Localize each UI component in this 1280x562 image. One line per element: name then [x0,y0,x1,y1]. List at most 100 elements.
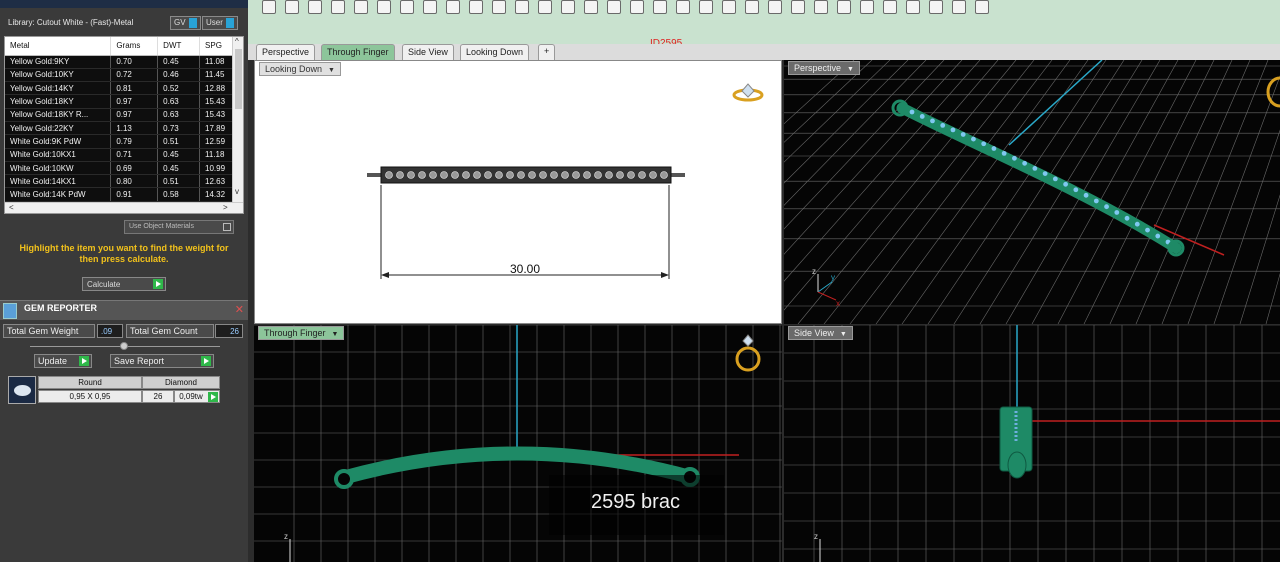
render-icon[interactable] [791,0,805,14]
settings-icon[interactable] [929,0,943,14]
sphere-grey-icon[interactable] [837,0,851,14]
measure-icon[interactable] [653,0,667,14]
viewport-looking-down[interactable]: 30.00 Looking Down ▼ [254,60,782,324]
new-icon[interactable] [262,0,276,14]
table-row[interactable]: White Gold:14KX1 0.80 0.51 12.63 [5,174,233,189]
looking-down-label[interactable]: Looking Down ▼ [259,62,341,76]
metal-table-hscroll[interactable]: < > [5,202,243,213]
side-view-label[interactable]: Side View ▼ [788,326,853,340]
header-dwt[interactable]: DWT [157,37,201,56]
move-icon[interactable] [492,0,506,14]
slider-knob[interactable] [120,342,128,350]
tab-looking-down[interactable]: Looking Down [460,44,530,60]
undo-icon[interactable] [446,0,460,14]
hint-text: Highlight the item you want to find the … [19,243,229,264]
user-label: User [206,18,223,28]
table-row[interactable]: Yellow Gold:14KY 0.81 0.52 12.88 [5,81,233,96]
dropdown-icon[interactable]: ▼ [847,66,854,73]
cut-icon[interactable] [377,0,391,14]
table-row[interactable]: Yellow Gold:10KY 0.72 0.46 11.45 [5,68,233,83]
table-row[interactable]: White Gold:14K PdW 0.91 0.58 14.32 [5,187,233,202]
tab-perspective[interactable]: Perspective [256,44,316,60]
header-spg[interactable]: SPG [199,37,233,56]
calculate-button[interactable]: Calculate [82,277,166,291]
scroll-up-icon[interactable]: ^ [235,37,239,46]
grid-icon[interactable] [630,0,644,14]
ring-gizmo-through-finger-icon[interactable] [735,334,761,372]
through-finger-label[interactable]: Through Finger ▼ [258,326,345,340]
ring-gizmo-icon[interactable] [732,83,764,102]
viewport-through-finger[interactable]: 2595 brac z Through Finger ▼ [254,325,782,562]
user-toggle[interactable]: User [202,16,238,30]
checkbox-square-icon[interactable] [223,223,231,231]
sphere-blue-icon[interactable] [883,0,897,14]
dropdown-icon[interactable]: ▼ [840,331,847,338]
tab-through-finger[interactable]: Through Finger [321,44,395,60]
metal-table-vscroll[interactable]: ^ v [232,37,243,205]
dropdown-icon[interactable]: ▼ [332,331,339,338]
export-icon[interactable] [354,0,368,14]
header-grams[interactable]: Grams [110,37,159,56]
vscroll-thumb[interactable] [235,49,242,109]
stone-dot [473,171,481,179]
gem-slider[interactable] [30,342,220,350]
wand-icon[interactable] [906,0,920,14]
stone-dot [638,171,646,179]
clock-icon[interactable] [699,0,713,14]
print-icon[interactable] [331,0,345,14]
open-icon[interactable] [285,0,299,14]
help-icon[interactable] [975,0,989,14]
stone-dot [940,122,946,128]
rotate-icon[interactable] [607,0,621,14]
color-wheel-icon[interactable] [814,0,828,14]
header-metal[interactable]: Metal [5,37,112,56]
scroll-right-icon[interactable]: > [223,203,228,212]
zoom-in-icon[interactable] [515,0,529,14]
gv-toggle[interactable]: GV [170,16,201,30]
table-row[interactable]: Yellow Gold:22KY 1.13 0.73 17.89 [5,121,233,136]
stone-dot [1052,176,1058,182]
go-arrow-icon[interactable] [153,279,163,289]
bulb-icon[interactable] [745,0,759,14]
table-row[interactable]: White Gold:10KX1 0.71 0.45 11.18 [5,148,233,162]
zoom-window-icon[interactable] [561,0,575,14]
zoom-out-icon[interactable] [538,0,552,14]
scroll-down-icon[interactable]: v [235,187,239,196]
use-object-materials-label: Use Object Materials [129,223,194,230]
viewport-perspective[interactable]: z y x Perspective ▼ [784,60,1280,324]
pan-icon[interactable] [469,0,483,14]
save-report-go-icon[interactable] [201,356,211,366]
paste-icon[interactable] [423,0,437,14]
update-go-icon[interactable] [79,356,89,366]
tab-side-view[interactable]: Side View [402,44,454,60]
table-row[interactable]: Yellow Gold:9KY 0.70 0.45 11.08 [5,55,233,69]
sphere-metal-icon[interactable] [860,0,874,14]
save-icon[interactable] [308,0,322,14]
total-gem-weight-label: Total Gem Weight [3,324,95,338]
viewport-side-view[interactable]: z Side View ▼ [784,325,1280,562]
scroll-left-icon[interactable]: < [9,203,14,212]
close-icon[interactable]: ✕ [235,303,244,316]
use-object-materials-checkbox[interactable]: Use Object Materials [124,220,234,234]
update-button[interactable]: Update [34,354,92,368]
table-cell: 0.72 [110,68,159,83]
stone-dot [627,171,635,179]
save-report-button[interactable]: Save Report [110,354,214,368]
table-row[interactable]: Yellow Gold:18KY 0.97 0.63 15.43 [5,94,233,109]
table-row[interactable]: White Gold:10KW 0.69 0.45 10.99 [5,161,233,176]
zoom-extents-icon[interactable] [584,0,598,14]
lock-icon[interactable] [768,0,782,14]
dropdown-icon[interactable]: ▼ [328,67,335,74]
table-row[interactable]: Yellow Gold:18KY R... 0.97 0.63 15.43 [5,108,233,122]
table-row[interactable]: White Gold:9K PdW 0.79 0.51 12.59 [5,134,233,149]
add-tab-button[interactable]: + [538,44,556,60]
gem-row-go-icon[interactable] [208,392,218,402]
copy-icon[interactable] [400,0,414,14]
table-cell: 0.97 [110,94,159,109]
stone-dot [429,171,437,179]
eraser-icon[interactable] [676,0,690,14]
perspective-label[interactable]: Perspective ▼ [788,61,860,75]
snap-icon[interactable] [952,0,966,14]
layers-icon[interactable] [722,0,736,14]
bracelet-end-left [334,469,354,489]
